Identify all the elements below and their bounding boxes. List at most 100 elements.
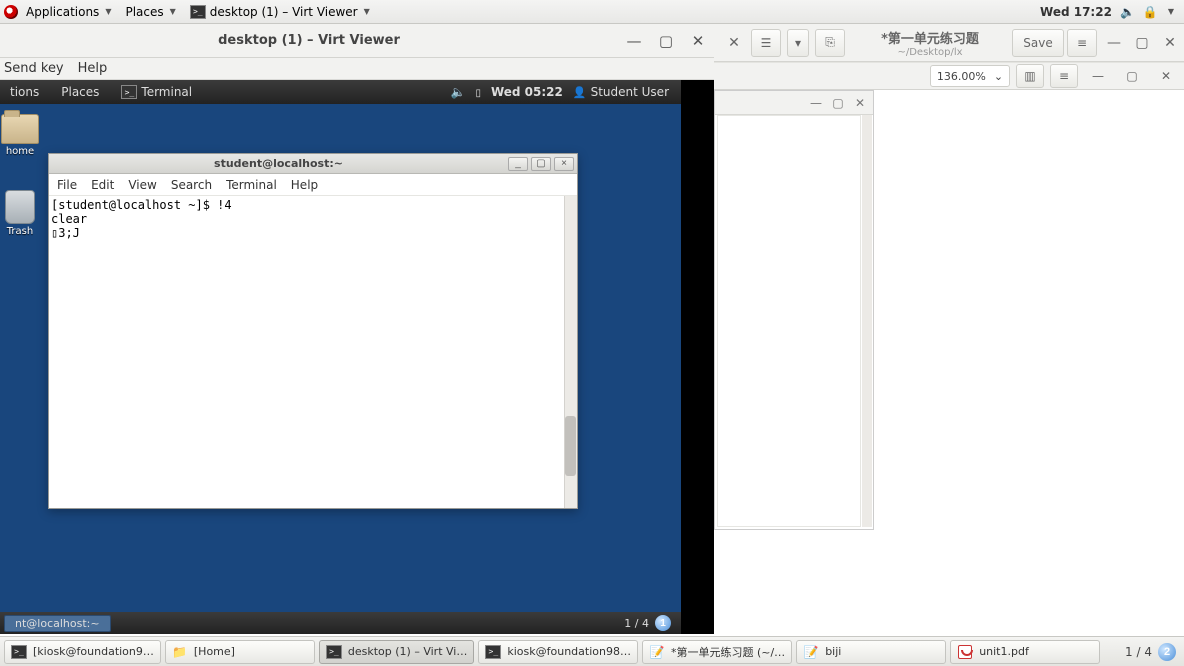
guest-clock[interactable]: Wed 05:22 xyxy=(491,85,563,99)
menu-send-key[interactable]: Send key xyxy=(4,61,64,76)
side-window-titlebar[interactable]: — ▢ ✕ xyxy=(715,91,873,115)
host-workspace-label: 1 / 4 xyxy=(1125,645,1152,659)
applications-menu[interactable]: Applications▼ xyxy=(20,3,117,21)
host-taskbar: >_[kiosk@foundation9… [Home] >_desktop (… xyxy=(0,636,1184,666)
terminal-close-button[interactable]: × xyxy=(554,157,574,171)
taskbar-item[interactable]: >_kiosk@foundation98… xyxy=(478,640,638,664)
trash-icon xyxy=(5,190,35,224)
active-app-menu[interactable]: >_desktop (1) – Virt Viewer▼ xyxy=(184,3,376,21)
editor-save-button[interactable]: Save xyxy=(1012,29,1064,57)
pdf-maximize-button[interactable]: ▢ xyxy=(1118,64,1146,88)
terminal-icon: >_ xyxy=(11,645,27,659)
guest-applications-menu[interactable]: tions xyxy=(4,83,45,101)
terminal-menu-edit[interactable]: Edit xyxy=(91,178,114,192)
desktop-icon-trash[interactable]: Trash xyxy=(0,190,50,237)
pdf-zoom-select[interactable]: 136.00%⌄ xyxy=(930,65,1010,87)
guest-desktop: tions Places >_Terminal Wed 05:22 Studen… xyxy=(0,80,714,634)
workspace-indicator[interactable]: 1 xyxy=(655,615,671,631)
editor-new-tab-button[interactable]: ⎘ xyxy=(815,29,845,57)
terminal-minimize-button[interactable]: _ xyxy=(508,157,528,171)
host-top-panel: Applications▼ Places▼ >_desktop (1) – Vi… xyxy=(0,0,1184,24)
terminal-title: student@localhost:~ xyxy=(49,157,508,170)
pdf-minimize-button[interactable]: — xyxy=(1084,64,1112,88)
side-close-button[interactable]: ✕ xyxy=(849,96,871,110)
lock-icon[interactable] xyxy=(1143,5,1158,19)
note-icon xyxy=(649,645,665,659)
taskbar-item[interactable]: >_desktop (1) – Virt Vi… xyxy=(319,640,474,664)
vv-close-button[interactable]: ✕ xyxy=(682,32,714,50)
host-clock[interactable]: Wed 17:22 xyxy=(1040,5,1112,19)
virt-viewer-title: desktop (1) – Virt Viewer xyxy=(0,33,618,48)
guest-top-panel: tions Places >_Terminal Wed 05:22 Studen… xyxy=(0,80,681,104)
guest-volume-icon[interactable] xyxy=(451,85,466,99)
note-icon xyxy=(803,645,819,659)
other-close-button[interactable]: ✕ xyxy=(720,35,748,51)
terminal-menu-search[interactable]: Search xyxy=(171,178,212,192)
chevron-down-icon: ⌄ xyxy=(994,70,1003,83)
virt-viewer-titlebar[interactable]: desktop (1) – Virt Viewer — ▢ ✕ xyxy=(0,24,714,58)
taskbar-item[interactable]: [Home] xyxy=(165,640,315,664)
editor-close-button[interactable]: ✕ xyxy=(1156,35,1184,51)
editor-open-button[interactable]: ☰ xyxy=(751,29,781,57)
terminal-menu-terminal[interactable]: Terminal xyxy=(226,178,277,192)
volume-icon[interactable] xyxy=(1120,5,1135,19)
side-window-content[interactable] xyxy=(717,115,861,527)
editor-open-dropdown[interactable]: ▾ xyxy=(787,29,809,57)
guest-terminal-window[interactable]: student@localhost:~ _ ▢ × File Edit View… xyxy=(48,153,578,509)
terminal-icon: >_ xyxy=(326,645,342,659)
terminal-menu-help[interactable]: Help xyxy=(291,178,318,192)
terminal-menu-view[interactable]: View xyxy=(128,178,156,192)
guest-bottom-panel: nt@localhost:~ 1 / 4 1 xyxy=(0,612,681,634)
editor-hamburger-button[interactable]: ≡ xyxy=(1067,29,1097,57)
guest-user-menu[interactable]: Student User xyxy=(573,85,669,99)
folder-icon xyxy=(172,645,188,659)
pdf-page-view[interactable] xyxy=(875,90,1184,634)
terminal-maximize-button[interactable]: ▢ xyxy=(531,157,551,171)
pdf-hamburger-button[interactable]: ≡ xyxy=(1050,64,1078,88)
terminal-scrollbar[interactable] xyxy=(564,196,577,508)
system-menu-chevron-icon[interactable]: ▼ xyxy=(1168,7,1174,16)
pdf-thumbnails-button[interactable]: ▥ xyxy=(1016,64,1044,88)
terminal-icon: >_ xyxy=(485,645,501,659)
guest-taskbar-item[interactable]: nt@localhost:~ xyxy=(4,615,111,632)
menu-help[interactable]: Help xyxy=(78,61,108,76)
taskbar-item[interactable]: unit1.pdf xyxy=(950,640,1100,664)
folder-icon xyxy=(1,114,39,144)
pdf-icon xyxy=(958,645,972,659)
host-workspace-indicator[interactable]: 2 xyxy=(1158,643,1176,661)
desktop-icon-home[interactable]: home xyxy=(0,114,50,157)
virt-viewer-menubar: Send key Help xyxy=(0,58,714,80)
terminal-menubar: File Edit View Search Terminal Help xyxy=(49,174,577,196)
editor-title: *第一单元练习题 xyxy=(848,28,1012,47)
editor-minimize-button[interactable]: — xyxy=(1100,35,1128,51)
workspace-label: 1 / 4 xyxy=(624,617,649,630)
editor-title-block: *第一单元练习题 ~/Desktop/lx xyxy=(848,28,1012,58)
terminal-scroll-thumb[interactable] xyxy=(565,416,576,476)
side-window[interactable]: — ▢ ✕ xyxy=(714,90,874,530)
vv-maximize-button[interactable]: ▢ xyxy=(650,32,682,50)
taskbar-item[interactable]: >_[kiosk@foundation9… xyxy=(4,640,161,664)
terminal-menu-file[interactable]: File xyxy=(57,178,77,192)
terminal-output[interactable]: [student@localhost ~]$ !4 clear ▯3;J xyxy=(49,196,577,508)
taskbar-item[interactable]: biji xyxy=(796,640,946,664)
terminal-icon: >_ xyxy=(190,5,206,19)
guest-wallpaper[interactable]: tions Places >_Terminal Wed 05:22 Studen… xyxy=(0,80,681,634)
side-min-button[interactable]: — xyxy=(805,96,827,110)
pdf-close-button[interactable]: ✕ xyxy=(1152,64,1180,88)
editor-headerbar: ✕ ☰ ▾ ⎘ *第一单元练习题 ~/Desktop/lx Save ≡ — ▢… xyxy=(714,24,1184,62)
editor-maximize-button[interactable]: ▢ xyxy=(1128,35,1156,51)
terminal-titlebar[interactable]: student@localhost:~ _ ▢ × xyxy=(49,154,577,174)
guest-terminal-launcher[interactable]: >_Terminal xyxy=(115,83,198,101)
vv-minimize-button[interactable]: — xyxy=(618,32,650,50)
taskbar-item[interactable]: *第一单元练习题 (~/… xyxy=(642,640,792,664)
guest-network-icon[interactable] xyxy=(475,85,481,99)
user-icon xyxy=(573,85,587,99)
places-menu[interactable]: Places▼ xyxy=(119,3,181,21)
guest-places-menu[interactable]: Places xyxy=(55,83,105,101)
side-window-scrollbar[interactable] xyxy=(862,115,872,527)
terminal-icon: >_ xyxy=(121,85,137,99)
side-max-button[interactable]: ▢ xyxy=(827,96,849,110)
editor-subtitle: ~/Desktop/lx xyxy=(848,47,1012,58)
pdf-toolbar: 136.00%⌄ ▥ ≡ — ▢ ✕ xyxy=(714,62,1184,90)
distro-logo-icon xyxy=(4,5,18,19)
